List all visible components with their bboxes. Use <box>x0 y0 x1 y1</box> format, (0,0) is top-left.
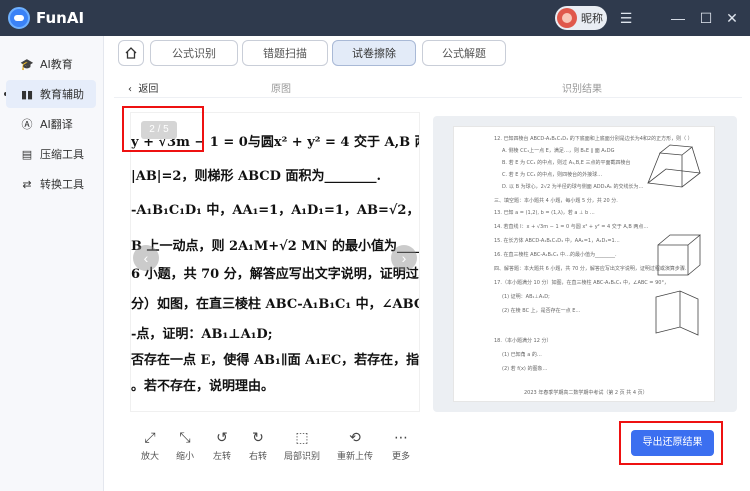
maximize-icon[interactable]: ☐ <box>696 8 716 28</box>
more-icon: ⋯ <box>394 429 408 445</box>
result-text-row: D. 以 B 为球心，2√2 为半径的球与侧面 ADD₁A₁ 的交线长为… <box>502 184 644 190</box>
prev-page-arrow-icon[interactable]: ‹ <box>133 245 159 271</box>
result-text-row: 2023 年春季学期高二数学期中考试（第 2 页 共 4 页） <box>524 390 648 396</box>
original-text-line: 否存在一点 E，使得 AB₁∥面 A₁EC，若存在，指出 E <box>131 353 420 368</box>
region-select-icon: ⬚ <box>295 429 309 445</box>
tool-label: 左转 <box>212 452 231 462</box>
rotate-left-icon: ↺ <box>216 429 228 445</box>
original-text-line: 。若不存在，说明理由。 <box>131 379 275 394</box>
original-text-line: -A₁B₁C₁D₁ 中，AA₁=1，A₁D₁=1，AB=√2，M 为 D₁B <box>131 203 420 218</box>
result-text-row: 14. 若直线 l：x + √3m − 1 = 0 与圆 x² + y² = 4… <box>494 224 649 230</box>
zoom-out-button[interactable]: ⤡ 缩小 <box>167 428 203 462</box>
main-panel: 公式识别 错题扫描 试卷擦除 公式解题 ‹ 返回 原图 识别结果 y + √3m… <box>104 36 750 491</box>
zoom-in-icon: ⤢ <box>144 429 156 445</box>
nickname: 昵称 <box>581 12 603 25</box>
result-text-row: 三、填空题：本小题共 4 小题，每小题 5 分，共 20 分. <box>494 198 618 204</box>
result-text-row: (1) 已知角 a 的… <box>502 352 542 358</box>
tool-label: 右转 <box>248 452 267 462</box>
tool-label: 重新上传 <box>337 452 374 462</box>
result-text-row: 17.（本小题满分 10 分）如图，在直三棱柱 ABC-A₁B₁C₁ 中，∠AB… <box>494 280 669 286</box>
sidebar-item-ai-translate[interactable]: Ⓐ AI翻译 <box>6 110 96 138</box>
result-text-row: 15. 在长方体 ABCD-A₁B₁C₁D₁ 中，AA₁=1，A₁D₁=1… <box>494 238 620 244</box>
sidebar-item-label: AI翻译 <box>40 118 73 131</box>
convert-icon: ⇄ <box>22 177 32 191</box>
reupload-icon: ⟲ <box>349 429 361 445</box>
tool-label: 局部识别 <box>284 452 321 462</box>
result-text-row: 16. 在直三棱柱 ABC-A₁B₁C₁ 中…的最小值为________. <box>494 252 617 258</box>
next-page-arrow-icon[interactable]: › <box>391 245 417 271</box>
page-indicator-highlight <box>122 106 204 152</box>
result-text-row: (1) 证明：AB₁⊥A₁D; <box>502 294 550 300</box>
region-recognize-button[interactable]: ⬚ 局部识别 <box>284 428 320 462</box>
result-text-row: (2) 在棱 BC 上，是否存在一点 E… <box>502 308 581 314</box>
user-profile[interactable]: 昵称 <box>555 6 607 30</box>
result-label: 识别结果 <box>562 84 602 95</box>
rotate-right-button[interactable]: ↻ 右转 <box>240 428 276 462</box>
title-bar: FunAI 昵称 ☰ — ☐ ✕ <box>0 0 750 36</box>
minimize-icon[interactable]: — <box>668 8 688 28</box>
rotate-left-button[interactable]: ↺ 左转 <box>204 428 240 462</box>
avatar[interactable] <box>557 8 577 28</box>
sidebar-item-compress[interactable]: ▤ 压缩工具 <box>6 140 96 168</box>
sidebar-item-label: 转换工具 <box>40 178 84 191</box>
prism-figure <box>655 290 699 336</box>
tab-paper-erase[interactable]: 试卷擦除 <box>332 40 416 66</box>
sidebar-item-label: 压缩工具 <box>40 148 84 161</box>
original-text-line: |AB|=2，则梯形 ABCD 面积为________. <box>131 169 381 184</box>
sidebar-item-education-assist[interactable]: ▮▮ 教育辅助 <box>6 80 96 108</box>
original-text-line: -点，证明：AB₁⊥A₁D; <box>131 327 273 342</box>
close-icon[interactable]: ✕ <box>722 8 742 28</box>
compress-icon: ▤ <box>21 147 33 161</box>
tab-formula-recognition[interactable]: 公式识别 <box>150 40 238 66</box>
zoom-in-button[interactable]: ⤢ 放大 <box>132 428 168 462</box>
app-title: FunAI <box>36 9 85 27</box>
sidebar-item-label: AI教育 <box>40 58 73 71</box>
sidebar-item-label: 教育辅助 <box>40 88 84 101</box>
result-text-row: A. 侧棱 CC₁上一点 E，满足…，则 B₁E ∥ 面 A₁DG <box>502 148 615 154</box>
result-text-row: B. 若 E 为 CC₁ 的中点，则过 A₁,B,E 三点的平面截四棱台 <box>502 160 631 166</box>
result-text-row: 13. 已知 a = (1,2), b = (1,λ)，若 a ⊥ b … <box>494 210 595 216</box>
original-text-line: 分）如图，在直三棱柱 ABC-A₁B₁C₁ 中，∠ABC = 90°， <box>131 297 420 312</box>
back-label: 返回 <box>138 84 159 95</box>
result-text-row: 12. 已知四棱台 ABCD-A₁B₁C₁D₁ 的下底面和上底面分别是边长为4和… <box>494 136 693 142</box>
sidebar-item-convert[interactable]: ⇄ 转换工具 <box>6 170 96 198</box>
home-button[interactable] <box>118 40 144 66</box>
original-label: 原图 <box>271 84 291 95</box>
original-text-line: B 上一动点，则 2A₁M+√2 MN 的最小值为________. <box>131 239 419 254</box>
zoom-out-icon: ⤡ <box>179 429 191 445</box>
rotate-right-icon: ↻ <box>252 429 264 445</box>
tab-formula-solve[interactable]: 公式解题 <box>422 40 506 66</box>
original-text-line: 6 小题，共 70 分，解答应写出文字说明，证明过程 <box>131 267 420 282</box>
more-button[interactable]: ⋯ 更多 <box>383 428 419 462</box>
cube-figure <box>657 234 702 276</box>
graduation-cap-icon: 🎓 <box>20 57 34 71</box>
result-text-row: C. 若 E 为 CC₁ 的中点，则四棱台的外接球… <box>502 172 603 178</box>
result-text-row: 18.（本小题满分 12 分） <box>494 338 552 344</box>
tool-label: 缩小 <box>175 452 194 462</box>
result-page: 12. 已知四棱台 ABCD-A₁B₁C₁D₁ 的下底面和上底面分别是边长为4和… <box>453 126 715 402</box>
reupload-button[interactable]: ⟲ 重新上传 <box>337 428 373 462</box>
menu-icon[interactable]: ☰ <box>616 8 636 28</box>
tab-error-scan[interactable]: 错题扫描 <box>242 40 328 66</box>
book-icon: ▮▮ <box>20 87 34 101</box>
home-icon <box>125 47 137 59</box>
sub-header: ‹ 返回 原图 识别结果 <box>114 76 742 98</box>
original-image-preview[interactable]: y + √3m − 1 = 0与圆x² + y² = 4 交于 A,B 两点，过… <box>130 112 420 412</box>
result-text-row: (2) 若 f(x) 的图象… <box>502 366 548 372</box>
result-preview[interactable]: 12. 已知四棱台 ABCD-A₁B₁C₁D₁ 的下底面和上底面分别是边长为4和… <box>433 116 737 412</box>
back-button[interactable]: ‹ 返回 <box>128 80 158 95</box>
tool-label: 更多 <box>391 452 410 462</box>
tool-label: 放大 <box>140 452 159 462</box>
export-result-button[interactable]: 导出还原结果 <box>631 430 714 456</box>
funai-logo-icon <box>8 7 30 29</box>
translate-icon: Ⓐ <box>21 118 33 131</box>
frustum-figure <box>646 144 702 188</box>
sidebar-item-ai-education[interactable]: 🎓 AI教育 <box>6 50 96 78</box>
sidebar: 🎓 AI教育 ▮▮ 教育辅助 Ⓐ AI翻译 ▤ 压缩工具 ⇄ 转换工具 <box>0 36 104 491</box>
